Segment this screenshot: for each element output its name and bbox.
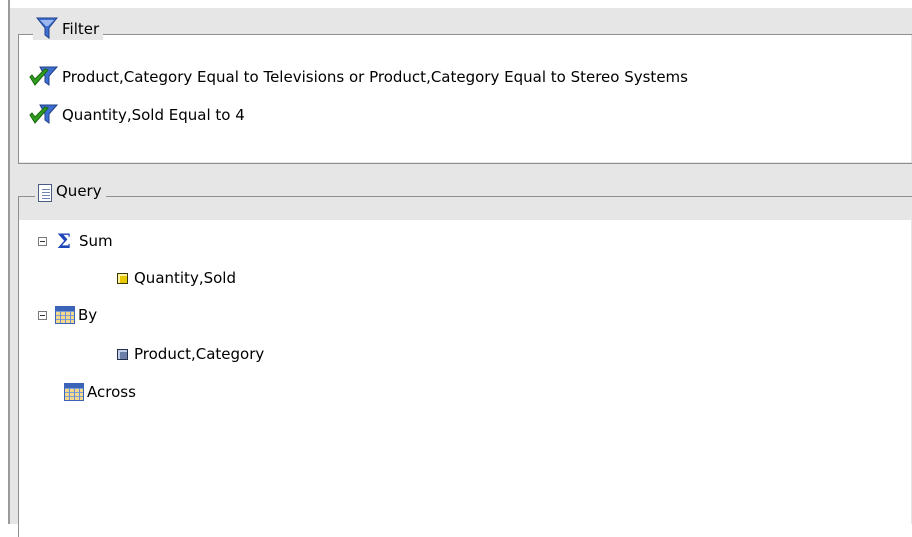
filter-checkmark-icon [29,104,58,124]
tree-field-measure[interactable]: Quantity,Sold [117,267,236,289]
filter-condition[interactable]: Product,Category Equal to Televisions or… [28,66,688,88]
query-title: Query [56,182,102,200]
tree-node-label: Sum [79,232,113,250]
tree-field-label: Product,Category [134,345,265,363]
grid-icon [55,306,75,324]
tree-node-across[interactable]: Across [64,381,136,403]
filter-group-title: Filter [33,10,104,40]
filter-title: Filter [62,20,100,38]
tree-field-label: Quantity,Sold [134,269,236,287]
filter-condition-text: Product,Category Equal to Televisions or… [62,68,688,86]
sigma-icon: Σ [56,229,72,253]
funnel-icon [36,17,58,39]
filter-list [19,35,911,162]
tree-field-dimension[interactable]: Product,Category [117,343,264,365]
query-group-title: Query [35,172,106,202]
tree-node-label: Across [87,383,136,401]
filter-checkmark-icon [29,66,58,86]
document-icon [38,184,52,202]
grid-icon [64,383,84,401]
tree-node-label: By [78,306,98,324]
measure-field-icon [117,272,128,284]
tree-node-sum[interactable]: Σ Sum [38,230,113,252]
collapse-toggle[interactable] [38,236,47,246]
filter-condition[interactable]: Quantity,Sold Equal to 4 [28,104,245,126]
query-tree [19,220,911,524]
tree-node-by[interactable]: By [38,304,97,326]
collapse-toggle[interactable] [38,310,47,320]
dimension-field-icon [117,348,128,360]
filter-condition-text: Quantity,Sold Equal to 4 [62,106,245,124]
